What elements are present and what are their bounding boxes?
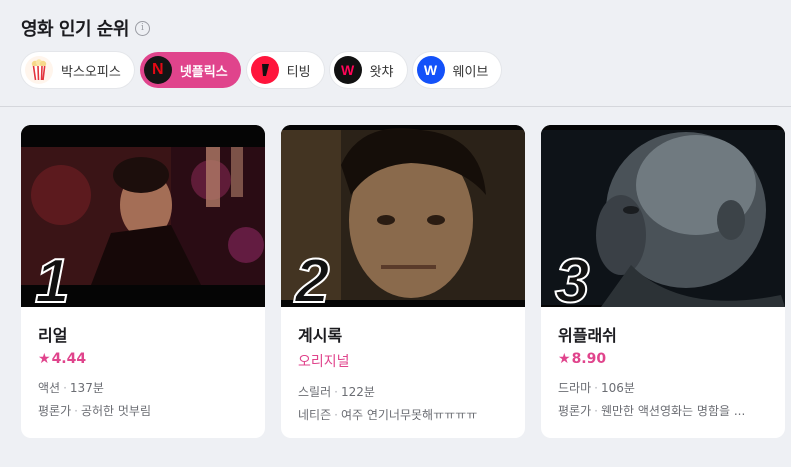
review-text: 웬만한 액션영화는 명함을 ... <box>600 404 746 418</box>
wavve-icon: W <box>416 56 445 84</box>
netflix-glyph: N <box>152 61 164 78</box>
movie-poster: 1 <box>21 125 265 307</box>
tab-netflix[interactable]: N 넷플릭스 <box>139 52 241 88</box>
tab-label: 티빙 <box>286 64 311 80</box>
review-text: 공허한 멋부림 <box>80 404 152 418</box>
movie-card[interactable]: 2 계시록 오리지널 스릴러 · 122분 네티즌 · 여주 연기너무못해ㅠㅠㅠㅠ <box>281 125 525 438</box>
duration: 137분 <box>69 381 104 395</box>
provider-tabs: 박스오피스 N 넷플릭스 티빙 W 왓챠 W 웨이브 <box>21 52 502 88</box>
info-icon[interactable]: i <box>134 20 150 36</box>
review-text: 여주 연기너무못해ㅠㅠㅠㅠ <box>340 408 478 422</box>
tab-label: 박스오피스 <box>61 64 121 80</box>
tab-boxoffice[interactable]: 박스오피스 <box>21 52 134 88</box>
movie-meta: 액션 · 137분 <box>38 381 104 395</box>
section-header: 영화 인기 순위 i <box>21 15 150 41</box>
movie-meta: 스릴러 · 122분 <box>298 385 375 399</box>
movie-meta: 드라마 · 106분 <box>558 381 635 395</box>
rank-number: 3 <box>554 247 591 308</box>
review: 평론가 · 공허한 멋부림 <box>38 404 152 418</box>
genre: 액션 <box>38 381 61 395</box>
rank-number: 1 <box>34 247 71 308</box>
wavve-glyph: W <box>423 62 438 78</box>
movie-poster: 3 <box>541 125 785 307</box>
review-source: 네티즌 <box>298 408 332 422</box>
review-source: 평론가 <box>38 404 72 418</box>
movie-card[interactable]: 3 위플래쉬 ★ 8.90 드라마 · 106분 평론가 · 웬만한 액션영화는 명함을… <box>541 125 785 438</box>
rating-value: 8.90 <box>571 351 607 367</box>
duration: 122분 <box>340 385 375 399</box>
rating: ★ 4.44 <box>38 351 248 367</box>
original-badge: 오리지널 <box>298 354 350 370</box>
rating-value: 4.44 <box>51 351 87 367</box>
movie-card[interactable]: 1 리얼 ★ 4.44 액션 · 137분 평론가 · 공허한 멋부림 <box>21 125 265 438</box>
movie-title: 위플래쉬 <box>558 326 617 345</box>
genre: 스릴러 <box>298 385 332 399</box>
tab-tving[interactable]: 티빙 <box>246 52 324 88</box>
tab-watcha[interactable]: W 왓챠 <box>329 52 407 88</box>
tab-wavve[interactable]: W 웨이브 <box>412 52 502 88</box>
rating: ★ 8.90 <box>558 351 768 367</box>
review: 평론가 · 웬만한 액션영화는 명함을 ... <box>558 404 746 418</box>
review-source: 평론가 <box>558 404 592 418</box>
star-icon: ★ <box>558 351 571 367</box>
movie-title: 리얼 <box>38 326 68 345</box>
movie-title: 계시록 <box>298 326 343 345</box>
tab-label: 왓챠 <box>369 64 394 80</box>
duration: 106분 <box>600 381 635 395</box>
divider <box>0 106 791 107</box>
netflix-icon: N <box>143 56 172 84</box>
watcha-glyph: W <box>340 62 355 78</box>
star-icon: ★ <box>38 351 51 367</box>
rank-number: 2 <box>294 247 331 308</box>
page-title: 영화 인기 순위 <box>21 19 129 40</box>
movie-list: 1 리얼 ★ 4.44 액션 · 137분 평론가 · 공허한 멋부림 2 계시… <box>21 125 785 438</box>
movie-poster: 2 <box>281 125 525 307</box>
watcha-icon: W <box>333 56 362 84</box>
genre: 드라마 <box>558 381 592 395</box>
tab-label: 넷플릭스 <box>179 64 228 80</box>
tving-icon <box>250 56 279 84</box>
tab-label: 웨이브 <box>452 64 489 80</box>
popcorn-icon <box>25 56 53 84</box>
review: 네티즌 · 여주 연기너무못해ㅠㅠㅠㅠ <box>298 408 478 422</box>
